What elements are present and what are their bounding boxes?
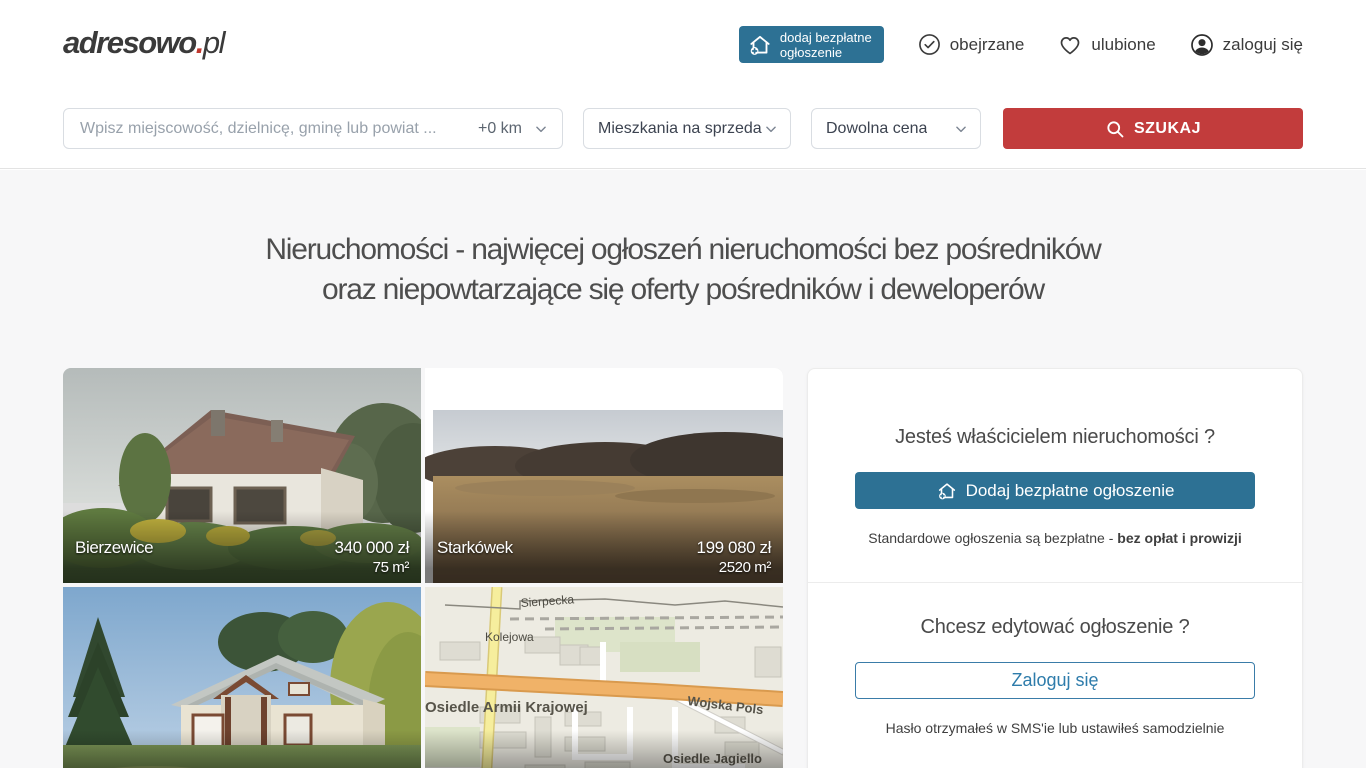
edit-section: Chcesz edytować ogłoszenie ? Zaloguj się… bbox=[808, 616, 1302, 736]
house-plus-icon bbox=[936, 480, 958, 502]
owner-section: Jesteś właścicielem nieruchomości ? Doda… bbox=[808, 426, 1302, 546]
caption-gradient bbox=[425, 730, 783, 768]
listing-price: 340 000 zł bbox=[335, 538, 409, 558]
caption-gradient bbox=[63, 730, 421, 768]
category-value: Mieszkania na sprzeda bbox=[598, 120, 762, 138]
sidebar-login-label: Zaloguj się bbox=[1011, 670, 1098, 691]
search-icon bbox=[1105, 119, 1125, 139]
listing-card-pagow-drugi[interactable]: Pagów Drugi 1 800 000 zł bbox=[63, 587, 421, 768]
logo[interactable]: adresowo.pl bbox=[63, 25, 224, 61]
nav-favorites[interactable]: ulubione bbox=[1058, 33, 1155, 57]
logo-tld: pl bbox=[203, 25, 224, 60]
nav-login-label: zaloguj się bbox=[1223, 35, 1303, 55]
listing-name: Bierzewice bbox=[75, 538, 153, 558]
search-bar: +0 km Mieszkania na sprzeda Dowolna cena… bbox=[0, 88, 1366, 169]
nav-viewed[interactable]: obejrzane bbox=[918, 33, 1025, 56]
page-title-line1: Nieruchomości - najwięcej ogłoszeń nieru… bbox=[0, 230, 1366, 270]
map-street-kolejowa: Kolejowa bbox=[485, 630, 534, 644]
map-area-armii-krajowej: Osiedle Armii Krajowej bbox=[425, 699, 588, 716]
location-input[interactable] bbox=[64, 120, 474, 138]
header-nav: dodaj bezpłatne ogłoszenie obejrzane bbox=[739, 26, 1303, 63]
listing-caption: Starkówek 199 080 zł 2520 m² bbox=[425, 534, 783, 583]
logo-dot: . bbox=[196, 25, 203, 60]
user-circle-icon bbox=[1190, 33, 1214, 57]
chevron-down-icon bbox=[764, 122, 778, 136]
sidebar-login-button[interactable]: Zaloguj się bbox=[855, 662, 1255, 699]
page-title: Nieruchomości - najwięcej ogłoszeń nieru… bbox=[0, 230, 1366, 310]
heart-icon bbox=[1058, 33, 1082, 57]
sidebar-add-listing-label: Dodaj bezpłatne ogłoszenie bbox=[966, 481, 1175, 501]
sidebar-divider bbox=[808, 582, 1302, 583]
radius-value: +0 km bbox=[478, 120, 522, 138]
price-select[interactable]: Dowolna cena bbox=[811, 108, 981, 149]
page: adresowo.pl dodaj bezpłatne ogłoszenie bbox=[0, 0, 1366, 768]
search-button[interactable]: SZUKAJ bbox=[1003, 108, 1303, 149]
main-content: Nieruchomości - najwięcej ogłoszeń nieru… bbox=[0, 170, 1366, 768]
category-select[interactable]: Mieszkania na sprzeda bbox=[583, 108, 791, 149]
sidebar-add-listing-button[interactable]: Dodaj bezpłatne ogłoszenie bbox=[855, 472, 1255, 509]
house-plus-icon bbox=[747, 32, 773, 58]
listing-caption: Bierzewice 340 000 zł 75 m² bbox=[63, 534, 421, 583]
nav-login[interactable]: zaloguj się bbox=[1190, 33, 1303, 57]
listing-card-starkowek[interactable]: Starkówek 199 080 zł 2520 m² bbox=[425, 368, 783, 583]
listing-area: 75 m² bbox=[75, 558, 409, 577]
listings-grid: Bierzewice 340 000 zł 75 m² bbox=[63, 368, 783, 768]
search-button-label: SZUKAJ bbox=[1134, 120, 1201, 138]
add-listing-button[interactable]: dodaj bezpłatne ogłoszenie bbox=[739, 26, 884, 63]
edit-section-note: Hasło otrzymałeś w SMS'ie lub ustawiłeś … bbox=[808, 720, 1302, 736]
sidebar-panel: Jesteś właścicielem nieruchomości ? Doda… bbox=[807, 368, 1303, 768]
logo-name: adresowo bbox=[63, 25, 196, 60]
owner-note-bold: bez opłat i prowizji bbox=[1117, 530, 1241, 546]
listing-card-bierzewice[interactable]: Bierzewice 340 000 zł 75 m² bbox=[63, 368, 421, 583]
check-circle-icon bbox=[918, 33, 941, 56]
page-title-line2: oraz niepowtarzające się oferty pośredni… bbox=[0, 270, 1366, 310]
listing-area: 2520 m² bbox=[437, 558, 771, 577]
edit-section-title: Chcesz edytować ogłoszenie ? bbox=[808, 616, 1302, 639]
listing-name: Starkówek bbox=[437, 538, 513, 558]
add-listing-label: dodaj bezpłatne ogłoszenie bbox=[780, 30, 872, 60]
chevron-down-icon bbox=[534, 122, 548, 136]
header: adresowo.pl dodaj bezpłatne ogłoszenie bbox=[0, 0, 1366, 88]
chevron-down-icon bbox=[954, 122, 968, 136]
location-search-box: +0 km bbox=[63, 108, 563, 149]
nav-viewed-label: obejrzane bbox=[950, 35, 1025, 55]
radius-select[interactable]: +0 km bbox=[474, 120, 562, 138]
price-value: Dowolna cena bbox=[826, 120, 927, 138]
listing-price: 199 080 zł bbox=[697, 538, 771, 558]
owner-section-note: Standardowe ogłoszenia są bezpłatne - be… bbox=[808, 530, 1302, 546]
listing-card-lipno[interactable]: Sierpecka Kolejowa Osiedle Armii Krajowe… bbox=[425, 587, 783, 768]
owner-section-title: Jesteś właścicielem nieruchomości ? bbox=[808, 426, 1302, 449]
nav-favorites-label: ulubione bbox=[1091, 35, 1155, 55]
